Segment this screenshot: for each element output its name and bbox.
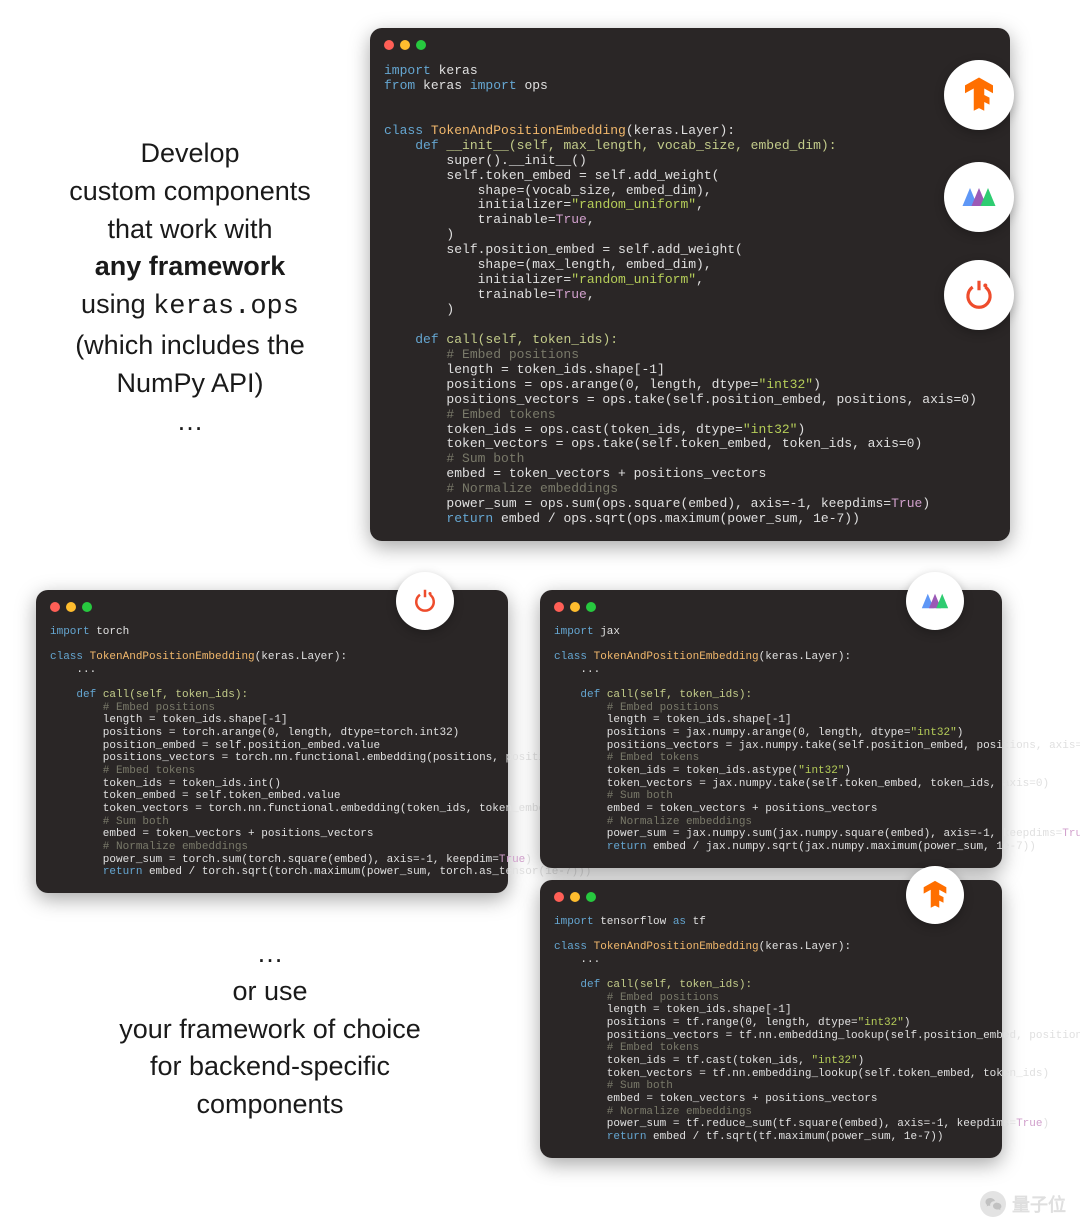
code-block: import jax class TokenAndPositionEmbeddi… xyxy=(554,626,988,854)
maximize-icon xyxy=(586,892,596,902)
caption-line: or use xyxy=(70,973,470,1011)
maximize-icon xyxy=(586,602,596,612)
close-icon xyxy=(554,602,564,612)
jax-logo-icon xyxy=(944,162,1014,232)
caption-line: your framework of choice xyxy=(70,1011,470,1049)
window-traffic-lights xyxy=(554,892,596,902)
caption-ellipsis: … xyxy=(70,935,470,973)
code-window-keras-ops: import keras from keras import ops class… xyxy=(370,28,1010,541)
watermark: 量子位 xyxy=(980,1191,1066,1217)
close-icon xyxy=(384,40,394,50)
caption-ellipsis: … xyxy=(20,403,360,441)
caption-line: for backend-specific xyxy=(70,1048,470,1086)
top-caption: Develop custom components that work with… xyxy=(20,135,360,440)
code-window-jax: import jax class TokenAndPositionEmbeddi… xyxy=(540,590,1002,868)
tensorflow-logo-icon xyxy=(944,60,1014,130)
close-icon xyxy=(50,602,60,612)
caption-line: (which includes the xyxy=(20,327,360,365)
maximize-icon xyxy=(416,40,426,50)
caption-line-bold: any framework xyxy=(20,248,360,286)
code-window-pytorch: import torch class TokenAndPositionEmbed… xyxy=(36,590,508,893)
window-traffic-lights xyxy=(50,602,92,612)
caption-line: using keras.ops xyxy=(20,286,360,327)
maximize-icon xyxy=(82,602,92,612)
code-block: import tensorflow as tf class TokenAndPo… xyxy=(554,916,988,1144)
caption-line: custom components xyxy=(20,173,360,211)
caption-line: Develop xyxy=(20,135,360,173)
minimize-icon xyxy=(570,892,580,902)
inline-code: keras.ops xyxy=(153,292,299,322)
window-traffic-lights xyxy=(554,602,596,612)
bottom-caption: … or use your framework of choice for ba… xyxy=(70,935,470,1124)
jax-logo-icon xyxy=(906,572,964,630)
wechat-icon xyxy=(980,1191,1006,1217)
minimize-icon xyxy=(66,602,76,612)
caption-line: components xyxy=(70,1086,470,1124)
minimize-icon xyxy=(570,602,580,612)
caption-line: NumPy API) xyxy=(20,365,360,403)
code-block: import keras from keras import ops class… xyxy=(384,64,996,527)
tensorflow-logo-icon xyxy=(906,866,964,924)
window-traffic-lights xyxy=(384,40,426,50)
caption-line: that work with xyxy=(20,211,360,249)
minimize-icon xyxy=(400,40,410,50)
code-block: import torch class TokenAndPositionEmbed… xyxy=(50,626,494,879)
watermark-text: 量子位 xyxy=(1012,1191,1066,1217)
close-icon xyxy=(554,892,564,902)
pytorch-logo-icon xyxy=(944,260,1014,330)
pytorch-logo-icon xyxy=(396,572,454,630)
